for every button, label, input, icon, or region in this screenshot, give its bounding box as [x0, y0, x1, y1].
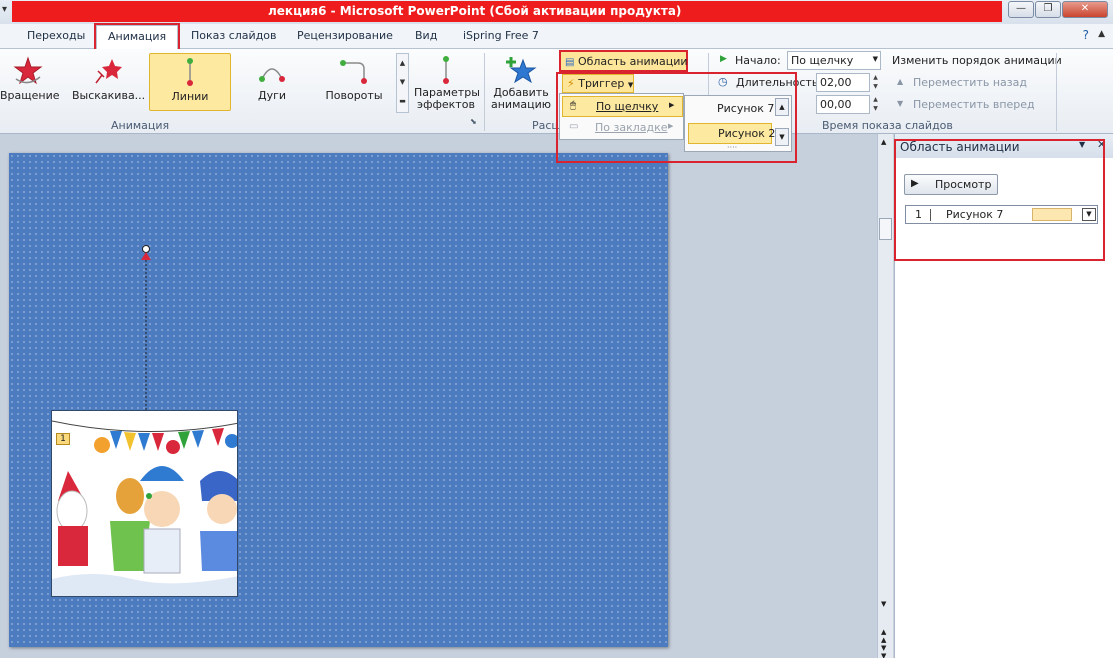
- slide-picture[interactable]: [51, 410, 238, 597]
- start-select[interactable]: По щелчку ▼: [787, 51, 881, 70]
- effect-turns[interactable]: Повороты: [322, 53, 386, 111]
- dialog-launcher-icon[interactable]: ⬊: [470, 117, 477, 126]
- effect-lines[interactable]: Линии: [149, 53, 231, 111]
- start-select-value: По щелчку: [791, 54, 854, 67]
- start-icon: ▶: [720, 54, 727, 64]
- scroll-up-icon[interactable]: ▲: [881, 138, 886, 146]
- prev-slide-icon[interactable]: ▲ ▲: [881, 628, 886, 644]
- effect-label: Выскакива...: [72, 89, 146, 102]
- effect-options-button[interactable]: Параметры эффектов: [414, 53, 480, 111]
- chevron-down-icon: ▼: [872, 55, 878, 63]
- move-back-icon: ▲: [897, 77, 904, 86]
- move-forward-icon: ▼: [897, 99, 904, 108]
- start-label: Начало:: [735, 54, 781, 67]
- group-label-timing: Время показа слайдов: [822, 119, 953, 132]
- animation-pane-icon: ▤: [565, 57, 575, 68]
- tab-review[interactable]: Рецензирование: [297, 29, 393, 42]
- effect-label: Линии: [171, 90, 209, 103]
- arcs-path-icon: [259, 68, 285, 82]
- title-bar: ▾ лекция6 - Microsoft PowerPoint (Сбой а…: [0, 0, 1113, 24]
- animation-pane-label: Область анимации: [577, 55, 688, 68]
- tab-transitions[interactable]: Переходы: [27, 29, 85, 42]
- collapse-ribbon-icon[interactable]: ▲: [1098, 29, 1105, 39]
- scroll-down-icon[interactable]: ▼: [881, 600, 886, 608]
- effect-spin[interactable]: Вращение: [0, 53, 60, 111]
- gallery-scrollbar[interactable]: ▲ ▼ ▬: [396, 53, 409, 113]
- add-animation-label-2: анимацию: [490, 98, 552, 111]
- effect-label: Повороты: [325, 89, 383, 102]
- pane-highlight-frame: [894, 139, 1105, 261]
- animation-order-tag[interactable]: 1: [56, 433, 70, 445]
- tab-view[interactable]: Вид: [415, 29, 437, 42]
- tab-slideshow[interactable]: Показ слайдов: [191, 29, 277, 42]
- animation-pane-button[interactable]: ▤ Область анимации: [559, 50, 688, 72]
- effect-options-icon: [443, 56, 449, 84]
- group-label-animation: Анимация: [111, 119, 170, 132]
- bounce-star-icon: [95, 59, 122, 84]
- window-title: лекция6 - Microsoft PowerPoint (Сбой акт…: [268, 4, 682, 18]
- duration-spinner[interactable]: ▲ ▼: [870, 73, 881, 92]
- help-icon[interactable]: ?: [1083, 28, 1089, 42]
- spin-star-icon: [13, 56, 43, 85]
- tab-ispring[interactable]: iSpring Free 7: [463, 29, 539, 42]
- duration-input[interactable]: 02,00: [816, 73, 870, 92]
- delay-input[interactable]: 00,00: [816, 95, 870, 114]
- effect-bounce[interactable]: Выскакива...: [72, 53, 146, 111]
- delay-value: 00,00: [820, 98, 852, 111]
- lines-path-icon: [187, 58, 193, 86]
- effect-arcs[interactable]: Дуги: [248, 53, 296, 111]
- move-back-button[interactable]: Переместить назад: [913, 76, 1027, 89]
- group-separator: [484, 53, 485, 131]
- holiday-illustration: [52, 411, 237, 596]
- effect-label: Дуги: [257, 89, 287, 102]
- scrollbar-thumb[interactable]: [879, 218, 892, 240]
- slide-vertical-scrollbar[interactable]: ▲ ▼ ▲ ▲ ▼ ▼: [877, 134, 893, 658]
- add-animation-star-icon: [506, 57, 537, 84]
- next-slide-icon[interactable]: ▼ ▼: [881, 644, 886, 658]
- minimize-icon[interactable]: —: [1008, 1, 1034, 18]
- system-menu-icon[interactable]: ▾: [2, 4, 7, 15]
- reorder-label: Изменить порядок анимации: [892, 54, 1062, 67]
- close-icon[interactable]: ✕: [1062, 1, 1108, 18]
- tab-animation[interactable]: Анимация: [93, 23, 181, 51]
- effect-options-label-2: эффектов: [417, 98, 475, 111]
- ribbon-tabs: Переходы Анимация Показ слайдов Рецензир…: [0, 23, 1113, 51]
- turns-path-icon: [340, 60, 367, 84]
- effect-label: Вращение: [0, 89, 60, 102]
- add-animation-button[interactable]: Добавить анимацию: [488, 53, 554, 111]
- trigger-highlight-frame: [556, 72, 797, 163]
- duration-value: 02,00: [820, 76, 852, 89]
- move-forward-button[interactable]: Переместить вперед: [913, 98, 1035, 111]
- group-separator: [1056, 53, 1057, 131]
- delay-spinner[interactable]: ▲ ▼: [870, 95, 881, 114]
- maximize-icon[interactable]: ❐: [1035, 1, 1061, 18]
